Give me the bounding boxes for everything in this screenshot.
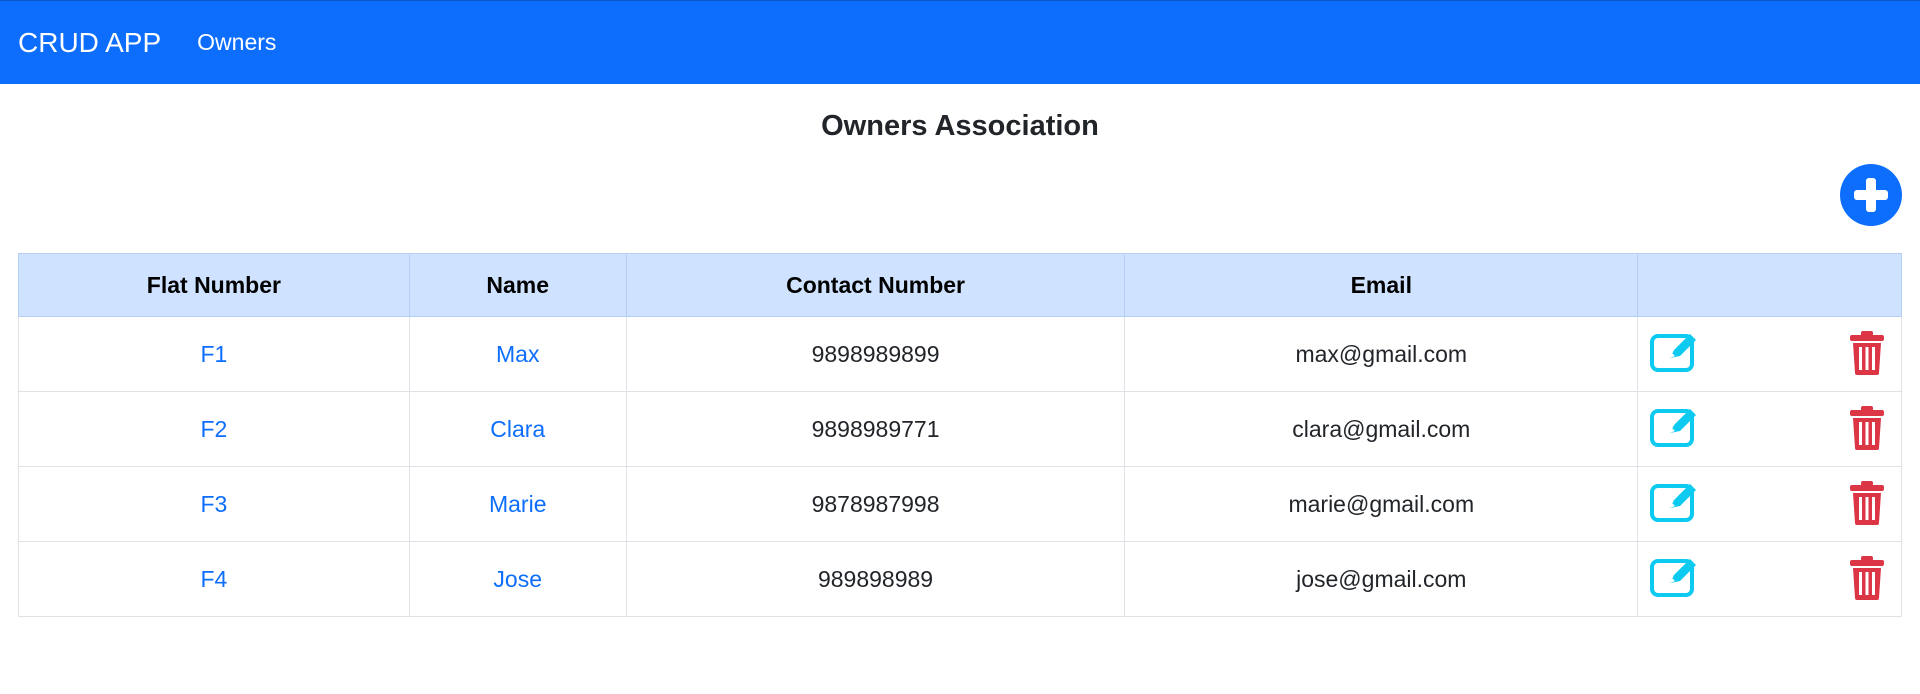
contact-cell: 989898989 (625, 541, 1126, 617)
actions-cell (1637, 541, 1902, 617)
add-row (0, 150, 1920, 240)
edit-square-icon (1650, 558, 1697, 597)
actions-cell (1637, 391, 1902, 467)
navbar: CRUD APP Owners (0, 0, 1920, 84)
delete-button[interactable] (1847, 481, 1887, 525)
add-owner-button[interactable] (1840, 164, 1902, 226)
contact-cell: 9878987998 (625, 466, 1126, 542)
table-row: F1 Max 9898989899 max@gmail.com (18, 316, 1902, 392)
email-cell: max@gmail.com (1124, 316, 1639, 392)
edit-button[interactable] (1650, 556, 1700, 600)
name-cell[interactable]: Marie (408, 466, 627, 542)
header-actions (1637, 253, 1902, 317)
delete-button[interactable] (1847, 406, 1887, 450)
delete-button[interactable] (1847, 331, 1887, 375)
nav-link-owners[interactable]: Owners (197, 29, 276, 56)
navbar-brand[interactable]: CRUD APP (18, 27, 161, 59)
trash-icon (1850, 406, 1884, 450)
edit-button[interactable] (1650, 406, 1700, 450)
trash-icon (1850, 331, 1884, 375)
email-cell: clara@gmail.com (1124, 391, 1639, 467)
name-cell[interactable]: Max (408, 316, 627, 392)
flat-number-cell[interactable]: F2 (18, 391, 410, 467)
flat-number-cell[interactable]: F3 (18, 466, 410, 542)
trash-icon (1850, 556, 1884, 600)
actions-cell (1637, 466, 1902, 542)
header-contact-number: Contact Number (625, 253, 1126, 317)
edit-square-icon (1650, 483, 1697, 522)
flat-number-cell[interactable]: F1 (18, 316, 410, 392)
name-cell[interactable]: Clara (408, 391, 627, 467)
trash-icon (1850, 481, 1884, 525)
actions-cell (1637, 316, 1902, 392)
header-flat-number: Flat Number (18, 253, 410, 317)
plus-circle-icon (1854, 178, 1888, 212)
table-row: F4 Jose 989898989 jose@gmail.com (18, 541, 1902, 617)
table-row: F3 Marie 9878987998 marie@gmail.com (18, 466, 1902, 542)
contact-cell: 9898989771 (625, 391, 1126, 467)
header-name: Name (408, 253, 627, 317)
table-row: F2 Clara 9898989771 clara@gmail.com (18, 391, 1902, 467)
edit-button[interactable] (1650, 331, 1700, 375)
header-email: Email (1124, 253, 1639, 317)
contact-cell: 9898989899 (625, 316, 1126, 392)
email-cell: jose@gmail.com (1124, 541, 1639, 617)
email-cell: marie@gmail.com (1124, 466, 1639, 542)
table-header-row: Flat Number Name Contact Number Email (18, 253, 1902, 317)
edit-square-icon (1650, 408, 1697, 447)
title-wrap: Owners Association (0, 110, 1920, 150)
delete-button[interactable] (1847, 556, 1887, 600)
owners-table: Flat Number Name Contact Number Email F1… (18, 253, 1902, 617)
flat-number-cell[interactable]: F4 (18, 541, 410, 617)
edit-button[interactable] (1650, 481, 1700, 525)
page-title: Owners Association (821, 110, 1099, 142)
name-cell[interactable]: Jose (408, 541, 627, 617)
edit-square-icon (1650, 333, 1697, 372)
